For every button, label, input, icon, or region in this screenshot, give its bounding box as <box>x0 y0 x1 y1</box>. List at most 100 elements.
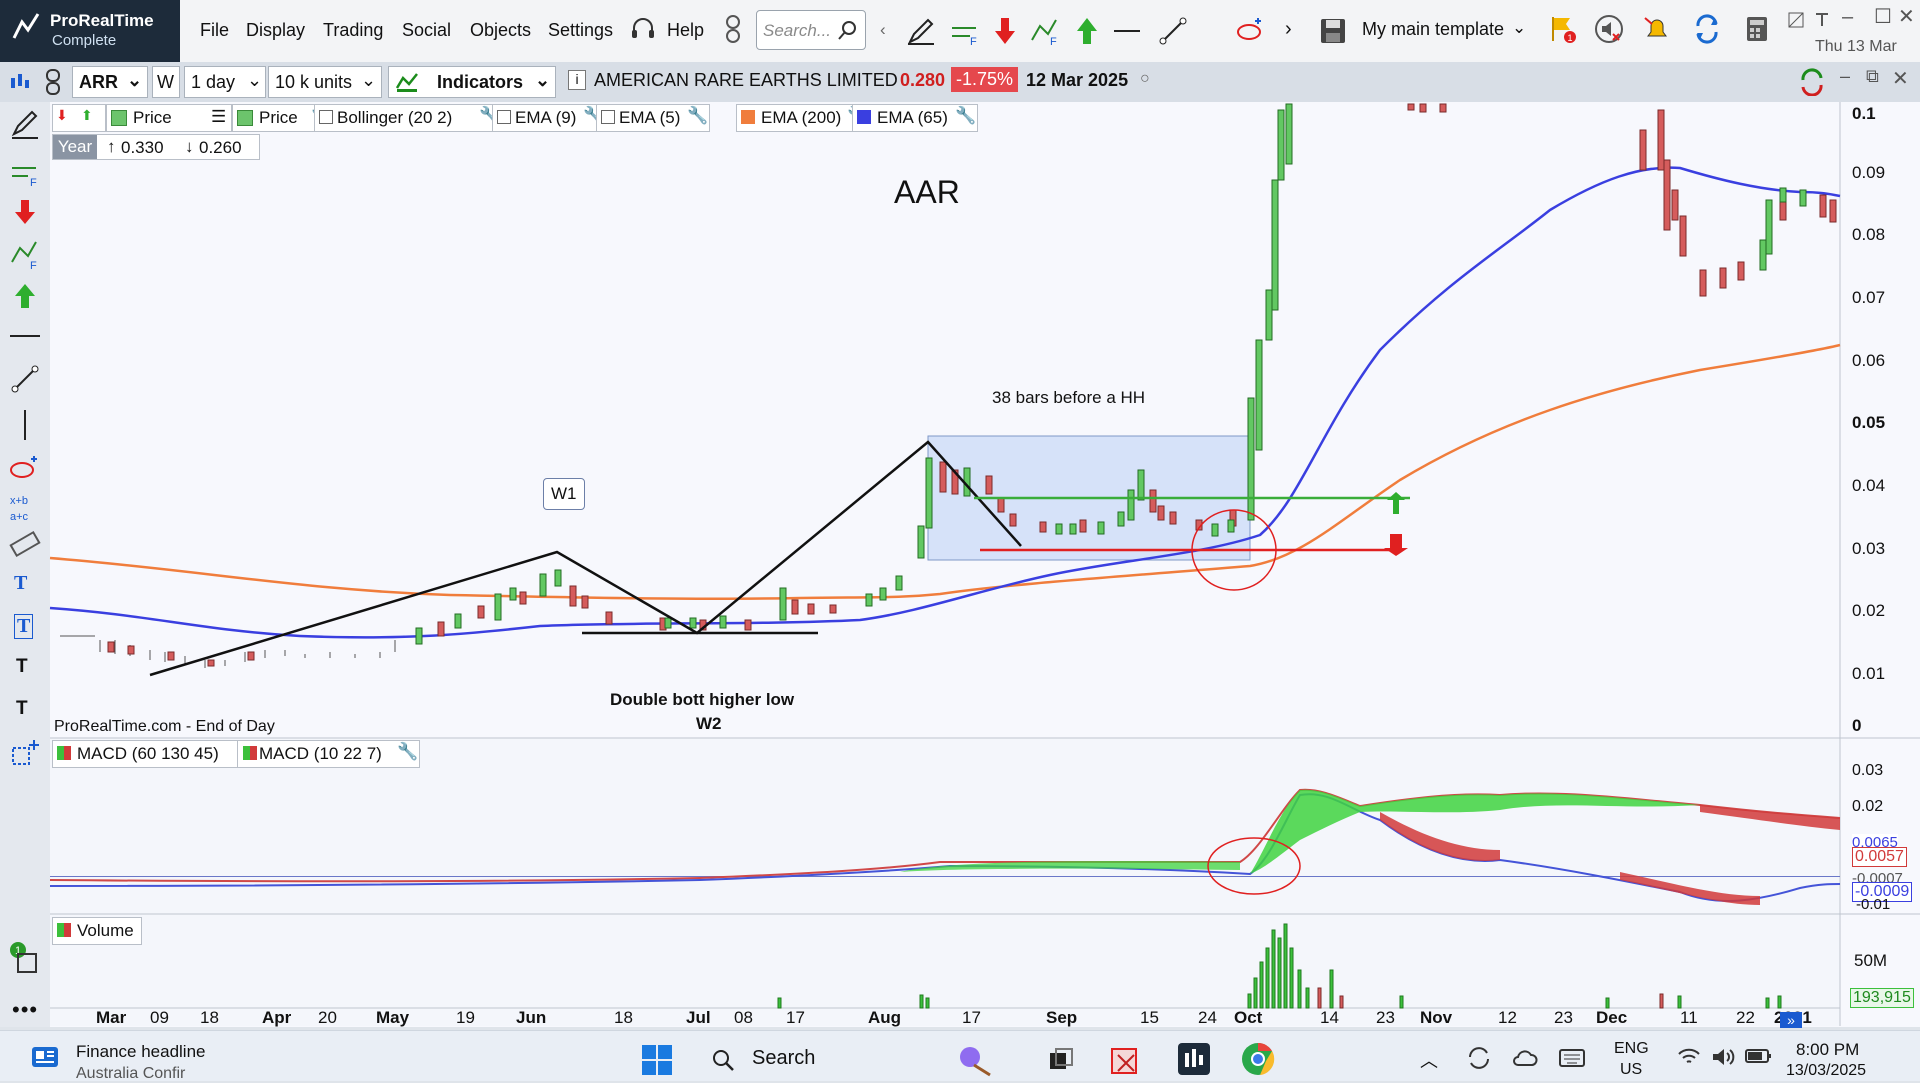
volume-swatch <box>57 923 71 937</box>
windows-start-icon[interactable] <box>640 1043 674 1077</box>
macd-tick: 0.03 <box>1852 762 1884 779</box>
legend-ema5[interactable]: EMA (5) 🔧 <box>596 104 710 132</box>
price-tick: 0.03 <box>1852 539 1886 558</box>
battery-icon[interactable] <box>1744 1045 1774 1067</box>
price-tick: 0.09 <box>1852 163 1886 182</box>
wifi-icon[interactable] <box>1676 1045 1702 1069</box>
wrench-icon[interactable]: 🔧 <box>397 742 418 762</box>
time-tick: Jul <box>686 1010 711 1027</box>
legend-tools[interactable]: ⬇ ⬆ <box>52 104 106 132</box>
year-range-box: Year ↑ 0.330 ↓ 0.260 <box>52 134 260 160</box>
ema5-checkbox[interactable] <box>601 110 615 124</box>
price-legend-bar: ⬇⬆ Price☰ Price🔧 Bollinger (20 2)🔧 EMA (… <box>52 104 1012 132</box>
time-tick: Nov <box>1420 1010 1453 1027</box>
legend-bollinger-label: Bollinger (20 2) <box>337 108 453 127</box>
bollinger-checkbox[interactable] <box>319 110 333 124</box>
legend-price-label: Price <box>133 108 172 127</box>
macd-swatch <box>57 746 71 760</box>
wrench-icon[interactable]: 🔧 <box>687 106 708 126</box>
language-code[interactable]: ENG <box>1614 1040 1649 1058</box>
speaker-icon[interactable] <box>1710 1045 1736 1069</box>
ema200-swatch <box>741 110 755 124</box>
ema9-checkbox[interactable] <box>497 110 511 124</box>
volume-legend[interactable]: Volume <box>52 917 142 945</box>
legend-bollinger[interactable]: Bollinger (20 2) 🔧 <box>314 104 502 132</box>
time-tick: 22 <box>1736 1010 1755 1027</box>
volume-tick: 50M <box>1854 951 1888 970</box>
list-icon[interactable]: ☰ <box>211 107 226 127</box>
news-subheadline[interactable]: Australia Confir <box>76 1065 185 1083</box>
price-tick: 0.01 <box>1852 664 1886 683</box>
legend-ema65[interactable]: EMA (65) 🔧 <box>852 104 978 132</box>
copilot-icon[interactable] <box>954 1043 994 1077</box>
price-tick: 0 <box>1852 716 1862 735</box>
wrench-icon[interactable]: 🔧 <box>955 106 976 126</box>
time-tick: Oct <box>1234 1010 1263 1027</box>
macd-swatch-2 <box>243 746 257 760</box>
show-hidden-icons[interactable]: ︿ <box>1420 1047 1438 1073</box>
time-tick: Apr <box>262 1010 292 1027</box>
volume-label: Volume <box>77 921 134 940</box>
time-tick: 19 <box>456 1010 475 1027</box>
time-tick: 12 <box>1498 1010 1517 1027</box>
scroll-right-icon[interactable]: » <box>1780 1012 1802 1028</box>
time-tick: 23 <box>1554 1010 1573 1027</box>
time-tick: Aug <box>868 1010 902 1027</box>
time-tick: 20 <box>318 1010 337 1027</box>
stock-app-icon[interactable] <box>1176 1041 1212 1077</box>
time-tick: 18 <box>614 1010 633 1027</box>
macd-label-1: MACD (60 130 45) <box>77 744 219 763</box>
keyboard-icon[interactable] <box>1558 1047 1586 1069</box>
price-tick: 0.02 <box>1852 601 1886 620</box>
time-tick: 14 <box>1320 1010 1339 1027</box>
legend-ema5-label: EMA (5) <box>619 108 681 127</box>
chart-svg <box>49 102 1920 1026</box>
taskbar-search-icon[interactable] <box>710 1047 736 1073</box>
macd-label-2: MACD (10 22 7) <box>259 744 382 763</box>
legend-price[interactable]: Price ☰ <box>106 104 232 132</box>
macd-tick: 0.02 <box>1852 798 1884 815</box>
up-arrow-icon[interactable]: ⬆ <box>81 107 93 124</box>
keyboard-layout[interactable]: US <box>1620 1061 1642 1079</box>
task-view-icon[interactable] <box>1046 1045 1076 1075</box>
time-tick: 09 <box>150 1010 169 1027</box>
time-tick: Dec <box>1596 1010 1628 1027</box>
macd-badge-red: 0.0057 <box>1852 847 1907 867</box>
time-tick: 23 <box>1376 1010 1395 1027</box>
news-headline[interactable]: Finance headline <box>76 1042 205 1062</box>
legend-price-label-2: Price <box>259 108 298 127</box>
snipping-tool-icon[interactable] <box>1108 1041 1144 1077</box>
down-arrow-icon[interactable]: ⬇ <box>56 107 68 124</box>
time-tick: Mar <box>96 1010 127 1027</box>
time-tick: Sep <box>1046 1010 1078 1027</box>
legend-ema200-label: EMA (200) <box>761 108 842 127</box>
price-tick: 0.06 <box>1852 351 1886 370</box>
cloud-icon[interactable] <box>1512 1045 1538 1071</box>
macd-legend[interactable]: MACD (60 130 45) MACD (10 22 7) 🔧 <box>52 740 420 768</box>
volume-badge: 193,915 <box>1850 988 1914 1008</box>
time-tick: 17 <box>786 1010 805 1027</box>
down-arrow-icon: ↓ <box>185 137 194 156</box>
price-tick: 0.1 <box>1852 104 1876 123</box>
legend-ema9-label: EMA (9) <box>515 108 577 127</box>
taskbar: Finance headline Australia Confir Search… <box>0 1030 1920 1083</box>
year-low: 0.260 <box>199 138 242 157</box>
time-tick: 24 <box>1198 1010 1217 1027</box>
legend-ema9[interactable]: EMA (9) 🔧 <box>492 104 606 132</box>
legend-ema200[interactable]: EMA (200)🔧 <box>736 104 870 132</box>
clock-date-taskbar: 13/03/2025 <box>1786 1062 1867 1079</box>
chrome-icon[interactable] <box>1240 1041 1276 1077</box>
price-tick: 0.07 <box>1852 288 1886 307</box>
taskbar-search-label[interactable]: Search <box>752 1047 815 1070</box>
price-axis: 0.1 0.09 0.08 0.07 0.06 0.05 0.04 0.03 0… <box>1852 104 1918 735</box>
time-tick: 08 <box>734 1010 753 1027</box>
price-swatch <box>237 110 253 126</box>
source-note: ProRealTime.com - End of Day <box>54 718 275 735</box>
up-arrow-icon: ↑ <box>107 137 116 156</box>
time-tick: 17 <box>962 1010 981 1027</box>
macd-tick: -0.01 <box>1856 896 1891 913</box>
sync-tray-icon[interactable] <box>1466 1045 1492 1071</box>
legend-ema65-label: EMA (65) <box>877 108 948 127</box>
w1-label: W1 <box>543 478 585 510</box>
news-widget-icon[interactable] <box>30 1045 60 1069</box>
